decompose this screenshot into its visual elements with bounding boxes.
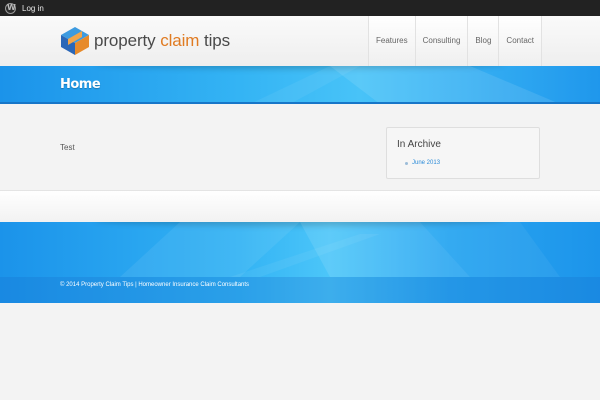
footer-separator — [0, 190, 600, 222]
site-footer: © 2014 Property Claim Tips | Homeowner I… — [0, 222, 600, 303]
copyright-text: © 2014 Property Claim Tips | Homeowner I… — [60, 282, 250, 288]
site-header: property claim tips Features Consulting … — [0, 16, 600, 66]
footer-strip — [0, 277, 600, 303]
logo-text: property claim tips — [94, 31, 230, 51]
site-logo[interactable]: property claim tips — [60, 26, 230, 56]
logo-word-property: property — [94, 31, 156, 50]
nav-item-consulting[interactable]: Consulting — [414, 16, 468, 66]
cube-logo-icon — [61, 27, 89, 55]
archive-link-june-2013[interactable]: June 2013 — [412, 160, 440, 166]
nav-item-features[interactable]: Features — [368, 16, 415, 66]
wordpress-icon[interactable] — [5, 2, 16, 14]
widget-title: In Archive — [397, 139, 441, 150]
post-text: Test — [60, 143, 75, 152]
logo-word-tips: tips — [204, 31, 231, 50]
list-bullet-icon — [405, 162, 408, 165]
login-link[interactable]: Log in — [22, 4, 44, 13]
logo-word-claim: claim — [160, 31, 200, 50]
main-nav: Features Consulting Blog Contact — [368, 16, 542, 66]
admin-bar: Log in — [0, 0, 600, 16]
main-content: Test In Archive June 2013 — [0, 104, 600, 190]
archive-widget: In Archive June 2013 — [386, 127, 540, 179]
nav-item-contact[interactable]: Contact — [498, 16, 542, 66]
page-title: Home — [60, 77, 101, 92]
nav-item-blog[interactable]: Blog — [467, 16, 499, 66]
page-title-band: Home — [0, 66, 600, 104]
